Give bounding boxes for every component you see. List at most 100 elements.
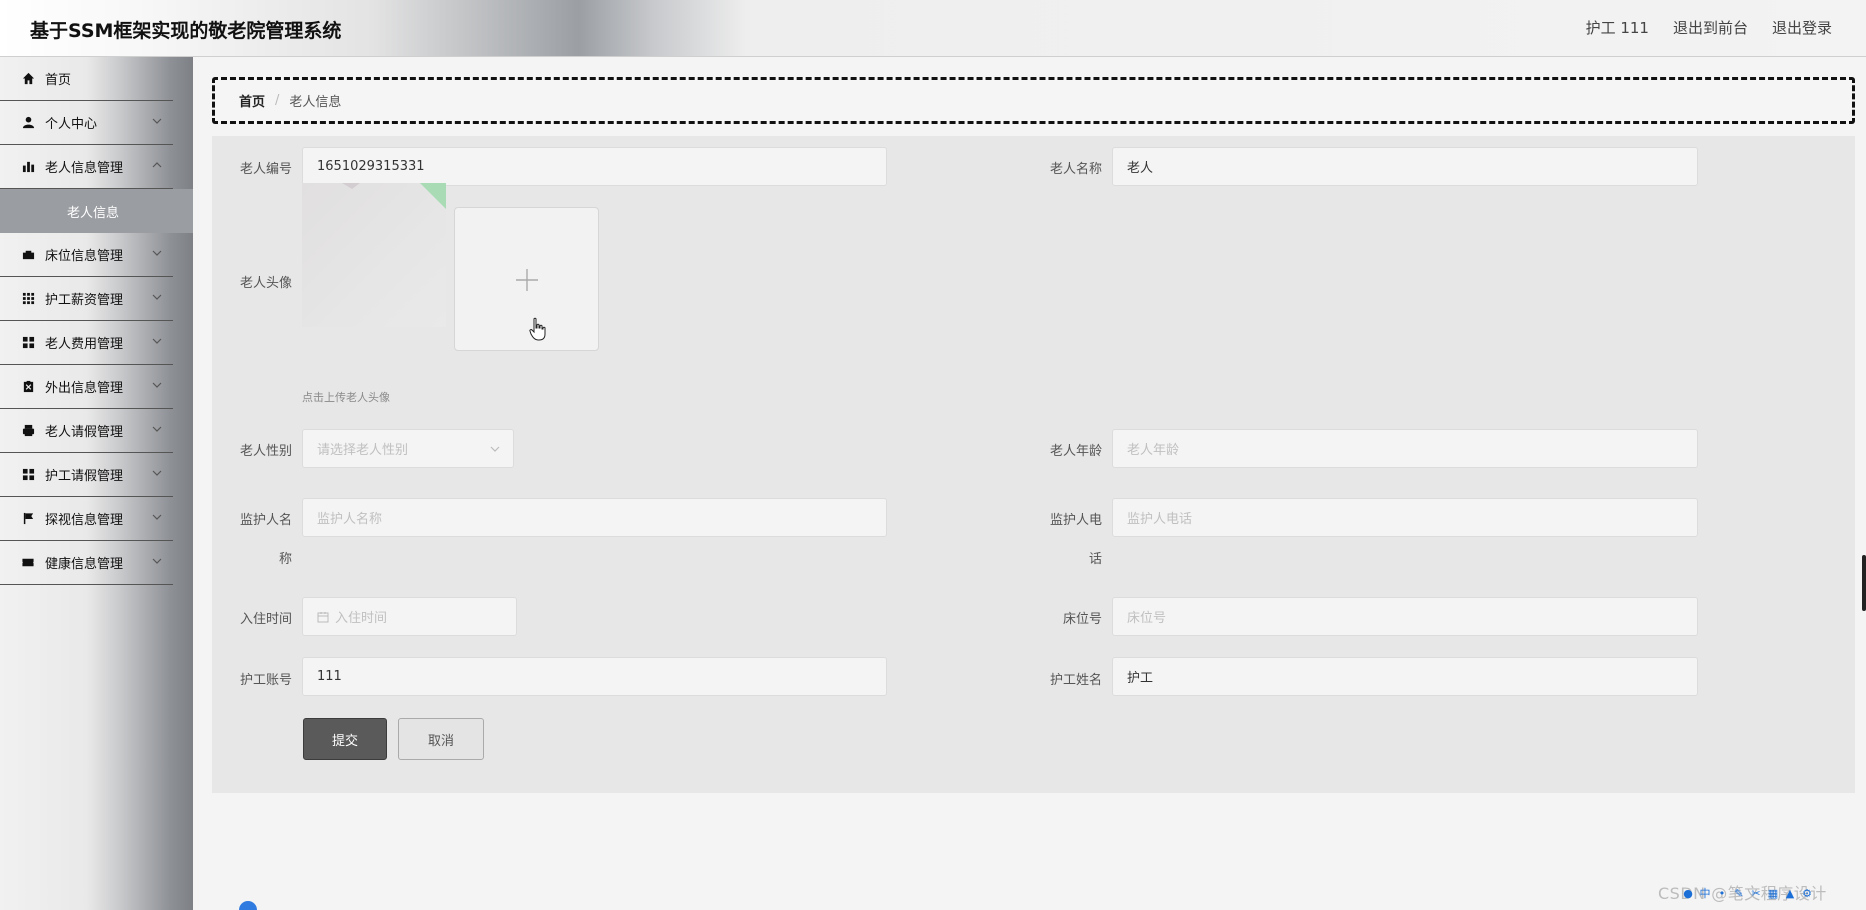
checkin-time-label: 入住时间 [239,612,292,627]
home-icon [21,72,35,86]
age-label: 老人年龄 [1049,444,1102,459]
apps-icon [21,336,35,350]
sidebar-item-nurse-salary[interactable]: 护工薪资管理 [0,277,173,321]
sidebar-item-outing-info[interactable]: 外出信息管理 [0,365,173,409]
sidebar-item-label: 个人中心 [45,117,98,132]
chevron-down-icon [152,514,162,520]
guardian-name-label: 监护人名 称 [212,509,292,567]
exit-to-front-link[interactable]: 退出到前台 [1673,17,1748,38]
gender-select-placeholder: 请选择老人性别 [317,443,409,458]
sidebar-item-elder-info[interactable]: 老人信息管理 [0,145,173,189]
apps-icon [21,468,35,482]
sidebar-item-elder-leave[interactable]: 老人请假管理 [0,409,173,453]
chevron-down-icon [152,558,162,564]
ime-settings-icon[interactable]: ⚙ [1800,886,1814,900]
chevron-down-icon [152,250,162,256]
sidebar-item-visit-info[interactable]: 探视信息管理 [0,497,173,541]
chevron-down-icon [152,382,162,388]
chevron-down-icon [152,470,162,476]
elder-info-form: 老人编号 1651029315331 老人名称 老人 老人头像 点击上传老人头像… [212,136,1855,793]
clipboard-icon [21,380,35,394]
printer-icon [21,424,35,438]
avatar-thumbnail[interactable] [302,183,446,327]
ime-pen-icon[interactable]: ✎ [1732,886,1746,900]
avatar-upload-tip: 点击上传老人头像 [302,391,390,404]
current-user-link[interactable]: 护工 111 [1586,17,1649,38]
ime-shirt-icon[interactable]: ▲ [1783,886,1797,900]
floating-assistant-icon[interactable] [239,901,257,910]
checkin-time-placeholder: 入住时间 [335,611,388,626]
sidebar-item-nurse-leave[interactable]: 护工请假管理 [0,453,173,497]
sidebar-item-bed-info[interactable]: 床位信息管理 [0,233,173,277]
guardian-name-label-line2: 称 [278,552,292,567]
page-scrollbar-handle[interactable] [1862,555,1866,611]
sidebar-item-label: 老人信息管理 [45,161,124,176]
sidebar-item-label: 外出信息管理 [45,381,124,396]
bed-no-input[interactable]: 床位号 [1112,597,1698,636]
grid-icon [21,292,35,306]
chevron-down-icon [152,426,162,432]
sidebar-item-label: 床位信息管理 [45,249,124,264]
bed-no-label: 床位号 [1062,612,1102,627]
logout-link[interactable]: 退出登录 [1772,17,1832,38]
avatar-upload-button[interactable] [454,207,599,351]
chevron-down-icon [490,446,500,452]
app-title: 基于SSM框架实现的敬老院管理系统 [30,20,342,42]
breadcrumb: 首页 / 老人信息 [212,77,1855,124]
elder-no-input[interactable]: 1651029315331 [302,147,887,186]
sidebar-item-label: 探视信息管理 [45,513,124,528]
bar-chart-icon [21,160,35,174]
sidebar-subitem-elder-info[interactable]: 老人信息 [0,189,193,233]
sidebar-item-label: 护工请假管理 [45,469,124,484]
breadcrumb-current: 老人信息 [289,95,342,110]
top-nav: 护工 111 退出到前台 退出登录 [1586,17,1832,38]
sidebar: 首页 个人中心 老人信息管理 老人信息 床位信息管理 护工薪资管理 老人费用管理 [0,57,193,910]
age-input[interactable]: 老人年龄 [1112,429,1698,468]
ime-logo-icon[interactable]: ● [1681,886,1695,900]
chevron-down-icon [152,338,162,344]
guardian-phone-input[interactable]: 监护人电话 [1112,498,1698,537]
chevron-down-icon [152,294,162,300]
elder-no-label: 老人编号 [239,162,292,177]
gender-label: 老人性别 [239,444,292,459]
nurse-name-label: 护工姓名 [1049,673,1102,688]
flag-icon [21,512,35,526]
chevron-down-icon [152,118,162,124]
nurse-name-input[interactable]: 护工 [1112,657,1698,696]
guardian-phone-label-line1: 监护人电 [1049,513,1102,528]
hand-cursor-icon [529,317,546,341]
sidebar-item-label: 护工薪资管理 [45,293,124,308]
avatar-image-icon [342,183,446,209]
breadcrumb-home-link[interactable]: 首页 [239,91,265,110]
plus-icon [516,269,538,291]
top-header: 基于SSM框架实现的敬老院管理系统 护工 111 退出到前台 退出登录 [0,0,1866,57]
ime-toolbar: ● 中 • ✎ ✂ ▦ ▲ ⚙ [1681,886,1814,901]
sidebar-item-elder-fee[interactable]: 老人费用管理 [0,321,173,365]
nurse-account-input[interactable]: 111 [302,657,887,696]
elder-name-label: 老人名称 [1049,162,1102,177]
gender-select[interactable]: 请选择老人性别 [302,429,514,468]
ime-scissors-icon[interactable]: ✂ [1749,886,1763,900]
sidebar-item-label: 老人请假管理 [45,425,124,440]
guardian-name-input[interactable]: 监护人名称 [302,498,887,537]
sidebar-item-health-info[interactable]: 健康信息管理 [0,541,173,585]
ime-punctuation-icon[interactable]: • [1715,886,1729,900]
ime-language-icon[interactable]: 中 [1698,886,1712,900]
checkin-time-picker[interactable]: 入住时间 [302,597,517,636]
nurse-account-label: 护工账号 [239,673,292,688]
sidebar-item-label: 老人费用管理 [45,337,124,352]
submit-button[interactable]: 提交 [303,718,387,760]
sidebar-item-label: 首页 [45,73,72,88]
cancel-button[interactable]: 取消 [398,718,484,760]
breadcrumb-separator: / [275,93,280,108]
sidebar-item-personal-center[interactable]: 个人中心 [0,101,173,145]
guardian-name-label-line1: 监护人名 [239,513,292,528]
elder-name-input[interactable]: 老人 [1112,147,1698,186]
user-icon [21,116,35,130]
sidebar-item-label: 健康信息管理 [45,557,124,572]
sidebar-item-home[interactable]: 首页 [0,57,173,101]
chevron-up-icon [152,162,162,168]
bed-icon [21,248,35,262]
guardian-phone-label-line2: 话 [1088,552,1102,567]
ime-keyboard-icon[interactable]: ▦ [1766,886,1780,900]
